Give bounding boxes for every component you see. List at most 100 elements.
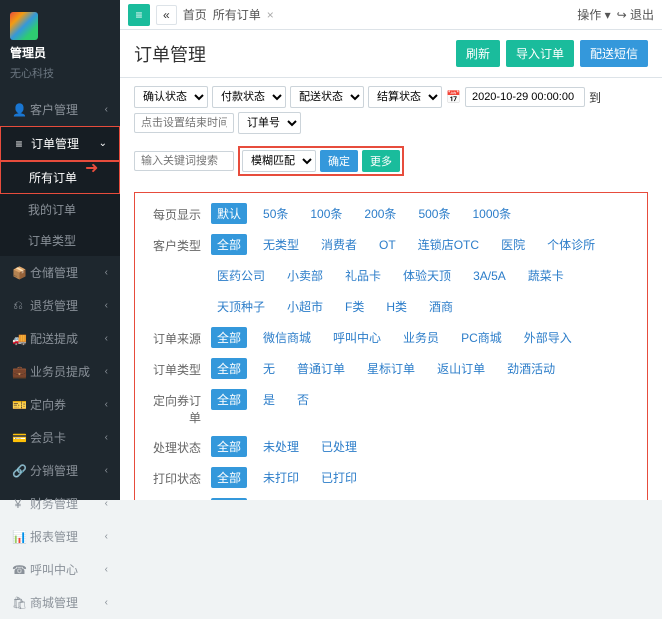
- nav-warehouse[interactable]: 📦仓储管理‹: [0, 256, 120, 289]
- match-select[interactable]: 模糊匹配: [242, 150, 316, 172]
- nav-finance[interactable]: ¥财务管理‹: [0, 487, 120, 520]
- filter-option[interactable]: 体验天顶: [397, 265, 457, 286]
- filter-option[interactable]: PC商城: [455, 327, 508, 348]
- filter-option[interactable]: 100条: [304, 203, 348, 224]
- filter-option[interactable]: 全部: [211, 327, 247, 348]
- nav-callcenter[interactable]: ☎呼叫中心‹: [0, 553, 120, 586]
- refresh-button[interactable]: 刷新: [456, 40, 500, 67]
- back-button[interactable]: «: [156, 5, 177, 25]
- nav-customer[interactable]: 👤客户管理‹: [0, 93, 120, 126]
- brand-company: 无心科技: [10, 65, 110, 81]
- filter-option[interactable]: 普通订单: [291, 358, 351, 379]
- filter-option[interactable]: 未处理: [257, 436, 305, 457]
- subnav: 所有订单 我的订单 订单类型: [0, 161, 120, 256]
- filter-option[interactable]: 医院: [495, 234, 531, 255]
- hamburger-button[interactable]: ≡: [128, 4, 150, 26]
- logout-link[interactable]: ↪ 退出: [617, 6, 654, 23]
- sms-button[interactable]: 配送短信: [580, 40, 648, 67]
- filter-option[interactable]: 是: [257, 389, 281, 410]
- settle-status-select[interactable]: 结算状态: [368, 86, 442, 108]
- filter-option[interactable]: 星标订单: [361, 358, 421, 379]
- filter-option[interactable]: F类: [339, 296, 370, 317]
- operations-menu[interactable]: 操作 ▾: [577, 6, 610, 23]
- date-from-input[interactable]: [465, 87, 585, 107]
- filter-option[interactable]: 500条: [412, 203, 456, 224]
- delivery-status-select[interactable]: 配送状态: [290, 86, 364, 108]
- filter-label: 订单类型: [145, 358, 201, 378]
- filter-option[interactable]: 天顶种子: [211, 296, 271, 317]
- filter-label: 定向券订单: [145, 389, 201, 426]
- nav-membercard[interactable]: 💳会员卡‹: [0, 421, 120, 454]
- filter-option[interactable]: 小超市: [281, 296, 329, 317]
- confirm-button[interactable]: 确定: [320, 150, 358, 172]
- nav-label: 客户管理: [30, 101, 78, 118]
- close-tab-icon[interactable]: ×: [267, 8, 274, 22]
- filter-label: 订单来源: [145, 327, 201, 347]
- filter-option[interactable]: 1000条: [466, 203, 517, 224]
- filter-options: 全部无类型消费者 OT 连锁店OTC 医院个体诊所医药公司小卖部礼品卡体验天顶 3A/5…: [211, 234, 637, 317]
- filter-option[interactable]: 医药公司: [211, 265, 271, 286]
- filter-option[interactable]: 3A/5A: [467, 267, 512, 285]
- filter-option[interactable]: OT: [373, 236, 402, 254]
- date-to-input[interactable]: [134, 113, 234, 133]
- nav-order[interactable]: ≡订单管理⌄: [0, 126, 120, 161]
- filter-option[interactable]: 无类型: [257, 234, 305, 255]
- nav-coupon[interactable]: 🎫定向券‹: [0, 388, 120, 421]
- filter-option[interactable]: 连锁店OTC: [412, 234, 485, 255]
- confirm-status-select[interactable]: 确认状态: [134, 86, 208, 108]
- nav-sales[interactable]: 💼业务员提成‹: [0, 355, 120, 388]
- orderno-select[interactable]: 订单号: [238, 112, 301, 134]
- filter-options: 全部未处理已处理: [211, 436, 363, 457]
- pay-status-select[interactable]: 付款状态: [212, 86, 286, 108]
- filter-option[interactable]: 全部: [211, 234, 247, 255]
- import-button[interactable]: 导入订单: [506, 40, 574, 67]
- filter-row: 订单来源全部微信商城呼叫中心业务员 PC商城外部导入: [145, 327, 637, 348]
- link-icon: 🔗: [12, 464, 24, 478]
- subnav-my-orders[interactable]: 我的订单: [0, 194, 120, 225]
- filter-option[interactable]: 蔬菜卡: [522, 265, 570, 286]
- filter-option[interactable]: 否: [291, 389, 315, 410]
- nav-return[interactable]: ⎌退货管理‹: [0, 289, 120, 322]
- search-actions: 模糊匹配 确定 更多: [238, 146, 404, 176]
- subnav-all-orders[interactable]: 所有订单: [0, 161, 120, 194]
- keyword-input[interactable]: [134, 151, 234, 171]
- filter-option[interactable]: 无: [257, 358, 281, 379]
- filter-option[interactable]: 消费者: [315, 234, 363, 255]
- subnav-order-types[interactable]: 订单类型: [0, 225, 120, 256]
- filter-option[interactable]: 个体诊所: [541, 234, 601, 255]
- more-button[interactable]: 更多: [362, 150, 400, 172]
- filter-row: 定向券订单全部是否: [145, 389, 637, 426]
- nav-mall[interactable]: 🛍商城管理‹: [0, 586, 120, 619]
- filter-option[interactable]: 呼叫中心: [327, 327, 387, 348]
- nav-label: 业务员提成: [30, 363, 90, 380]
- filter-option[interactable]: 小卖部: [281, 265, 329, 286]
- home-link[interactable]: 首页: [183, 6, 207, 23]
- filter-option[interactable]: 50条: [257, 203, 294, 224]
- filter-option[interactable]: 未打印: [257, 467, 305, 488]
- filter-option[interactable]: H类: [380, 296, 413, 317]
- nav-report[interactable]: 📊报表管理‹: [0, 520, 120, 553]
- filter-option[interactable]: 业务员: [397, 327, 445, 348]
- filter-option[interactable]: 劲酒活动: [501, 358, 561, 379]
- filter-options: 全部无普通订单星标订单返山订单劲酒活动: [211, 358, 561, 379]
- filter-option[interactable]: 礼品卡: [339, 265, 387, 286]
- filter-option[interactable]: 已处理: [315, 436, 363, 457]
- nav-delivery[interactable]: 🚚配送提成‹: [0, 322, 120, 355]
- main: ≡ « 首页 所有订单 × 操作 ▾ ↪ 退出 订单管理 刷新 导入订单 配送短…: [120, 0, 662, 500]
- chevron-icon: ‹: [105, 597, 108, 608]
- filter-option[interactable]: 全部: [211, 436, 247, 457]
- filter-option[interactable]: 全部: [211, 389, 247, 410]
- filter-option[interactable]: 外部导入: [518, 327, 578, 348]
- filter-option[interactable]: 已打印: [315, 467, 363, 488]
- filter-label: 客户类型: [145, 234, 201, 254]
- nav-label: 会员卡: [30, 429, 66, 446]
- filter-option[interactable]: 全部: [211, 358, 247, 379]
- nav-distribution[interactable]: 🔗分销管理‹: [0, 454, 120, 487]
- tab-all-orders[interactable]: 所有订单: [213, 6, 261, 23]
- filter-option[interactable]: 默认: [211, 203, 247, 224]
- filter-option[interactable]: 全部: [211, 467, 247, 488]
- filter-option[interactable]: 酒商: [423, 296, 459, 317]
- filter-option[interactable]: 200条: [358, 203, 402, 224]
- filter-option[interactable]: 返山订单: [431, 358, 491, 379]
- filter-option[interactable]: 微信商城: [257, 327, 317, 348]
